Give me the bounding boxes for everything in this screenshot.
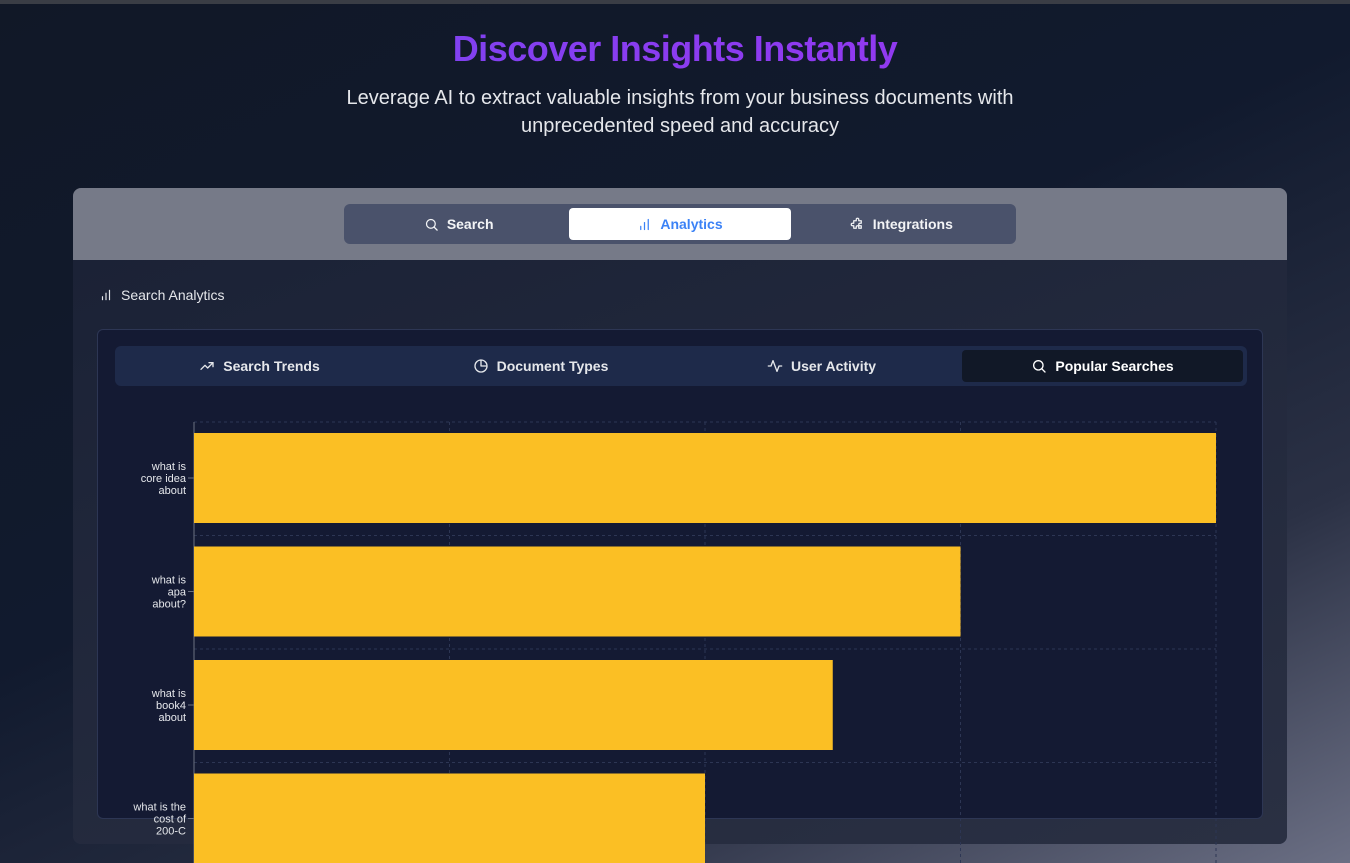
- search-icon: [425, 218, 438, 231]
- hero-subtitle: Leverage AI to extract valuable insights…: [346, 87, 1014, 137]
- tab-document-types-label: Document Types: [496, 358, 609, 374]
- y-tick-label-line: 200-C: [156, 826, 186, 838]
- bar: [194, 546, 961, 637]
- y-tick-label: what is the cost of 200-C: [132, 802, 187, 838]
- trending-up-icon: [200, 362, 214, 370]
- tab-search-trends-label: Search Trends: [223, 358, 320, 374]
- bar-chart-icon: [101, 289, 111, 301]
- bar: [194, 660, 833, 750]
- puzzle-icon: [850, 217, 862, 229]
- y-tick-label-line: core idea: [141, 473, 187, 485]
- y-tick-label-line: book4: [156, 700, 186, 712]
- y-tick-label-line: cost of: [154, 814, 187, 826]
- y-tick-label: what is core idea about: [141, 461, 187, 497]
- y-tick-label-line: what is: [151, 461, 187, 473]
- bar-chart-icon: [640, 218, 650, 230]
- tab-user-activity[interactable]: User Activity: [681, 350, 962, 382]
- section-title-label: Search Analytics: [121, 287, 225, 303]
- tab-analytics[interactable]: Analytics: [569, 208, 791, 240]
- tab-popular-searches[interactable]: Popular Searches: [962, 350, 1243, 382]
- hero-title: Discover Insights Instantly: [0, 28, 1350, 70]
- tab-user-activity-label: User Activity: [790, 358, 877, 374]
- y-tick-label-line: what is the: [132, 802, 186, 814]
- popular-searches-chart: what is core idea aboutwhat is apa about?wha…: [132, 421, 1217, 863]
- tab-popular-searches-label: Popular Searches: [1055, 358, 1174, 374]
- y-tick-label: what is book4 about: [151, 688, 187, 724]
- y-tick-label: what is apa about?: [151, 575, 187, 611]
- tab-search[interactable]: Search: [348, 208, 569, 240]
- tab-document-types[interactable]: Document Types: [400, 350, 681, 382]
- y-tick-label-line: what is: [151, 688, 187, 700]
- section-title: Search Analytics: [99, 287, 225, 303]
- search-icon: [1033, 360, 1047, 373]
- y-tick-label-line: about?: [152, 599, 186, 611]
- panel-header: Search Analytics Integrations: [73, 188, 1287, 260]
- bar: [194, 433, 1216, 523]
- window-top-border: [0, 0, 1350, 4]
- tab-search-label: Search: [446, 216, 494, 232]
- tab-analytics-label: Analytics: [660, 216, 723, 232]
- activity-icon: [767, 360, 783, 372]
- y-tick-label-line: apa: [168, 587, 187, 599]
- y-tick-label-line: what is: [151, 575, 187, 587]
- tab-integrations[interactable]: Integrations: [791, 208, 1012, 240]
- tab-integrations-label: Integrations: [872, 216, 953, 232]
- main-tabs: Search Analytics Integrations: [344, 204, 1016, 244]
- analytics-sub-tabs: Search Trends Document Types User Activi…: [115, 346, 1247, 386]
- y-tick-label-line: about: [158, 712, 186, 724]
- pie-chart-icon: [473, 359, 488, 373]
- bar: [194, 773, 705, 863]
- tab-search-trends[interactable]: Search Trends: [119, 350, 400, 382]
- y-tick-label-line: about: [158, 485, 186, 497]
